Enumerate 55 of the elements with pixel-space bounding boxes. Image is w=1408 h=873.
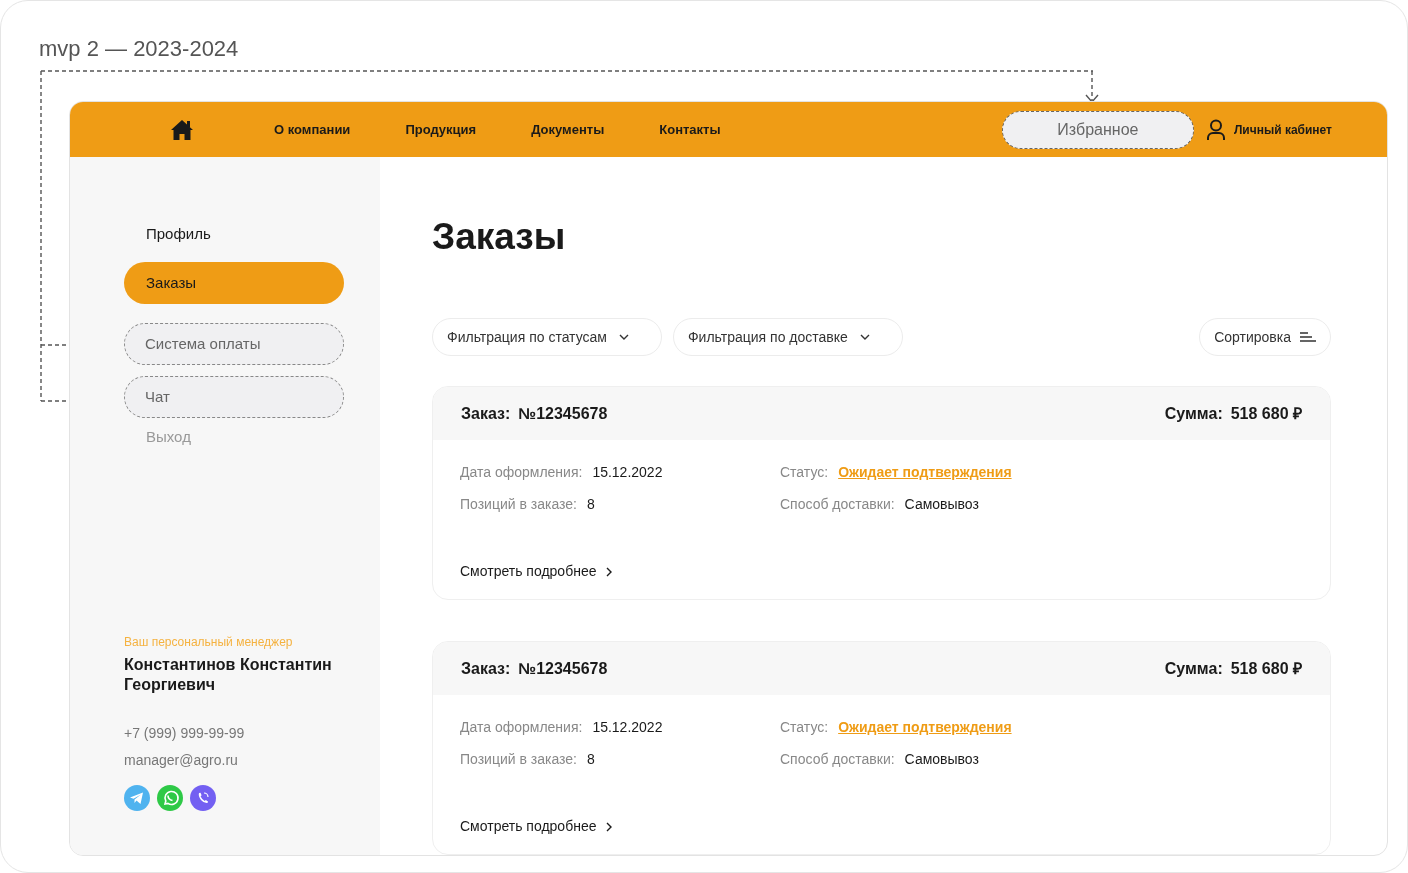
chevron-down-icon [859,334,870,340]
order-label: Заказ: [461,658,511,679]
field-label: Статус: [780,463,829,482]
field-label: Дата оформления: [460,718,583,737]
order-label: Заказ: [461,403,511,424]
filter-dropdown[interactable]: Фильтрация по статусам [432,318,662,356]
field-label: Позиций в заказе: [460,495,577,514]
sum-label: Сумма: [1164,658,1223,679]
field-value: 8 [587,750,595,769]
manager-name: Константинов Константин Георгиевич [124,655,333,695]
viber-icon[interactable] [190,785,216,811]
order-sum: 518 680 ₽ [1230,658,1302,679]
page-title: Заказы [432,215,567,259]
field-label: Способ доставки: [780,750,895,769]
chevron-down-icon [618,334,629,340]
field-label: Статус: [780,718,829,737]
user-icon [1205,118,1226,141]
account-link[interactable]: Личный кабинет [1205,118,1332,141]
manager-email: manager@agro.ru [124,751,239,770]
order-number: №12345678 [518,658,608,679]
field-label: Дата оформления: [460,463,583,482]
nav-link[interactable]: О компании [274,119,351,140]
arrow-down-icon [1085,71,1099,104]
sidebar-item[interactable]: Заказы [124,262,344,304]
sidebar-item[interactable]: Чат [124,376,344,418]
nav-link[interactable]: Документы [531,119,605,140]
sidebar-item[interactable]: Профиль [146,223,211,245]
filter-dropdown[interactable]: Фильтрация по доставке [672,318,903,356]
sidebar-item[interactable]: Система оплаты [124,323,344,365]
sort-icon [1300,332,1316,342]
field-value: Самовывоз [904,495,979,514]
field-value: Самовывоз [904,750,979,769]
chevron-right-icon [606,821,613,832]
sort-button[interactable]: Сортировка [1199,318,1331,356]
chevron-right-icon [606,566,613,577]
home-link[interactable] [170,118,194,141]
details-link[interactable]: Смотреть подробнее [460,816,613,837]
field-label: Способ доставки: [780,495,895,514]
favorites-button[interactable]: Избранное [1001,110,1194,149]
whatsapp-icon[interactable] [157,785,183,811]
field-value: 15.12.2022 [592,463,663,482]
field-value: 8 [587,495,595,514]
order-sum: 518 680 ₽ [1230,403,1302,424]
field-label: Позиций в заказе: [460,750,577,769]
telegram-icon[interactable] [124,785,150,811]
home-icon [170,118,194,141]
manager-caption: Ваш персональный менеджер [124,634,294,651]
manager-phone: +7 (999) 999-99-99 [124,724,246,743]
order-number: №12345678 [518,403,608,424]
nav-link[interactable]: Продукция [405,119,477,140]
nav-link[interactable]: Контакты [659,119,721,140]
details-link[interactable]: Смотреть подробнее [460,561,613,582]
sum-label: Сумма: [1164,403,1223,424]
field-value: 15.12.2022 [592,718,663,737]
board-caption: mvp 2 — 2023-2024 [39,35,239,63]
